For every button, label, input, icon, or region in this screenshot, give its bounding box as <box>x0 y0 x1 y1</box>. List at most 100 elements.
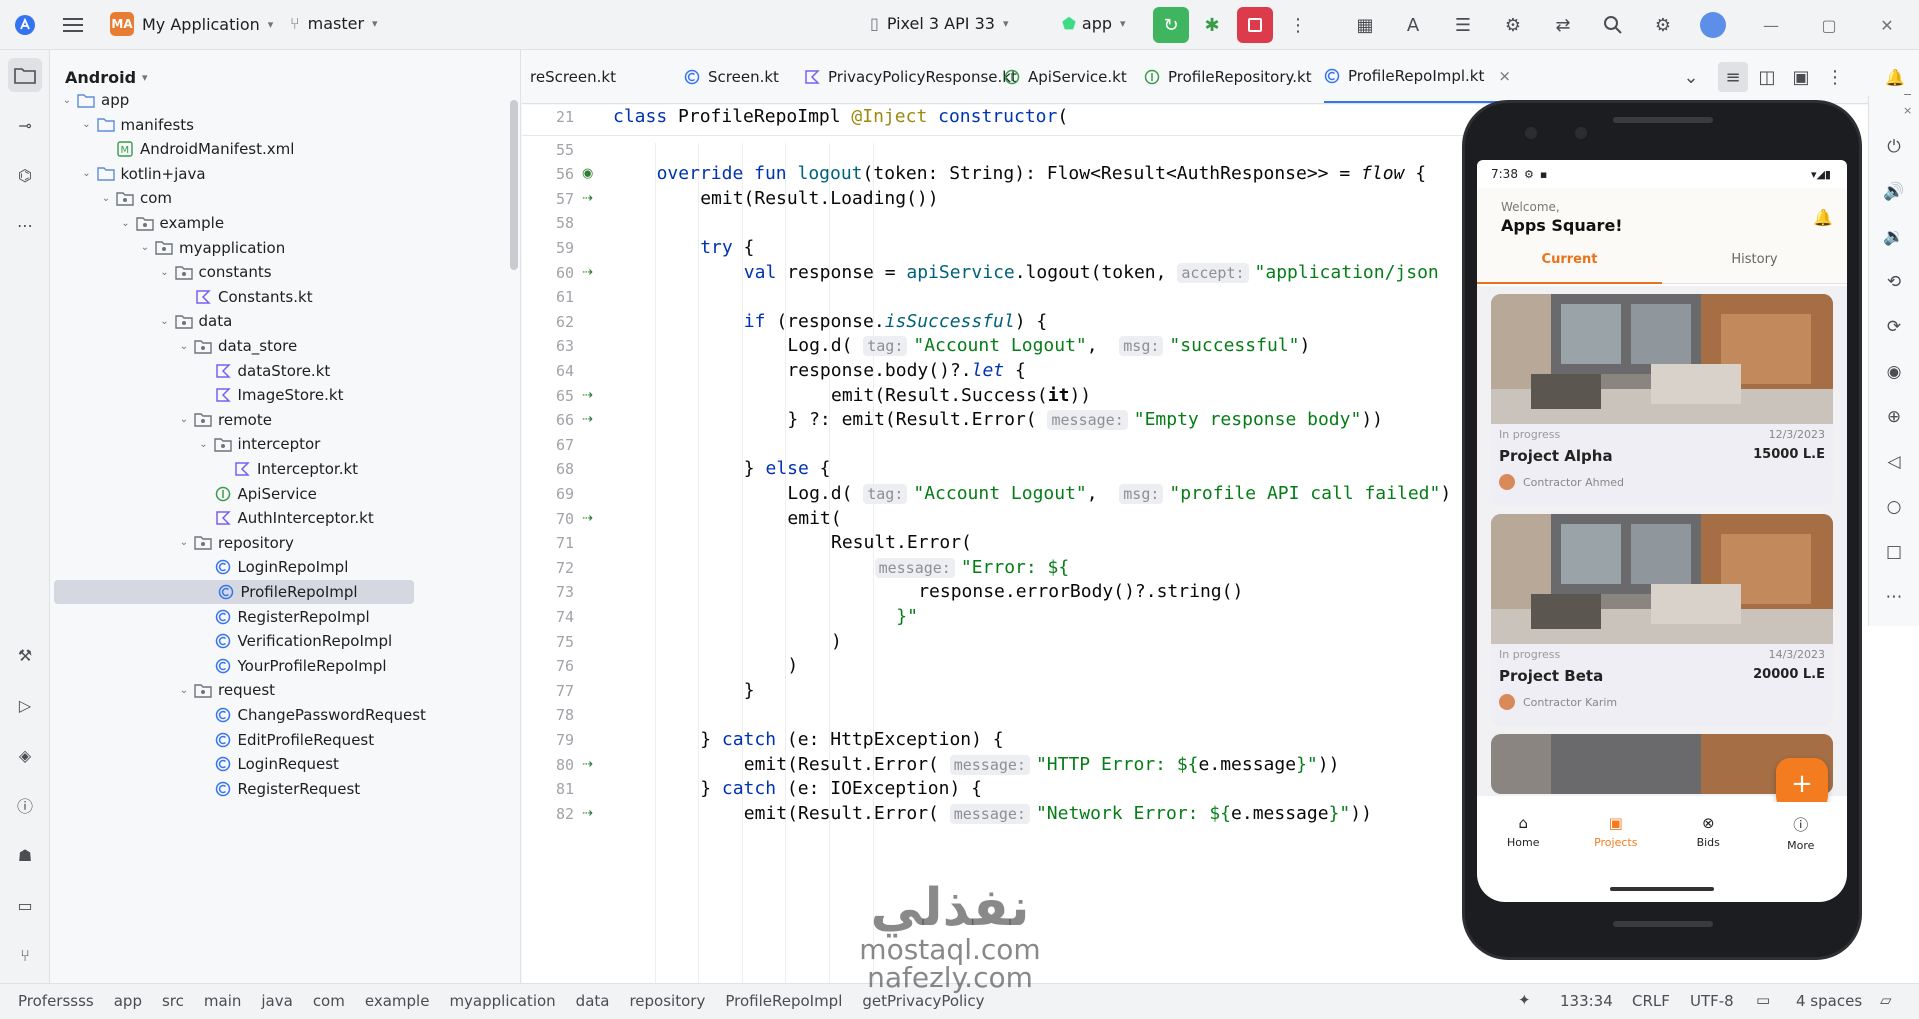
code-editor[interactable]: 21 class ProfileRepoImpl @Inject construc… <box>522 105 1466 983</box>
suspend-call-icon[interactable]: ⇢ <box>582 261 602 286</box>
breadcrumb-item[interactable]: src <box>162 992 184 1010</box>
suspend-call-icon[interactable]: ⇢ <box>582 408 602 433</box>
tree-item[interactable]: ⌄ com <box>51 186 520 210</box>
chevron-down-icon[interactable]: ⌄ <box>135 242 155 253</box>
maximize-window-icon[interactable]: ▢ <box>1800 0 1858 50</box>
chevron-down-icon[interactable]: ⌄ <box>96 193 116 204</box>
breadcrumb-item[interactable]: app <box>114 992 142 1010</box>
search-icon[interactable] <box>1598 10 1628 40</box>
editor-tab[interactable]: reScreen.kt <box>530 50 616 103</box>
project-selector[interactable]: MA My Application ▾ <box>110 12 273 36</box>
back-icon[interactable]: ◁ <box>1879 447 1909 477</box>
suspend-call-icon[interactable]: ⇢ <box>582 753 602 778</box>
list-tasks-icon[interactable]: ☰ <box>1448 10 1478 40</box>
tree-item[interactable]: ImageStore.kt <box>51 383 520 407</box>
chevron-down-icon[interactable]: ⌄ <box>174 685 194 696</box>
device-selector[interactable]: ▯ Pixel 3 API 33 ▾ <box>870 14 1008 33</box>
more-actions-icon[interactable]: ⋮ <box>1283 10 1313 40</box>
rotate-right-icon[interactable]: ⟳ <box>1879 312 1909 342</box>
tab-history[interactable]: History <box>1662 252 1847 284</box>
tree-item[interactable]: ⌄ repository <box>51 531 520 555</box>
breadcrumb-item[interactable]: ProfileRepoImpl <box>725 992 842 1010</box>
version-control-icon[interactable]: ⑂ <box>8 938 42 972</box>
home-circle-icon[interactable]: ○ <box>1879 492 1909 522</box>
breadcrumb-item[interactable]: example <box>365 992 430 1010</box>
tree-item[interactable]: ⌄ interceptor <box>51 432 520 456</box>
more-tools-icon[interactable]: ⋯ <box>8 208 42 242</box>
tree-item[interactable]: ⌄ data <box>51 309 520 333</box>
nav-more[interactable]: ⓘ More <box>1755 802 1848 872</box>
profiler-tool-icon[interactable]: ◈ <box>8 738 42 772</box>
tree-item[interactable]: RegisterRequest <box>51 777 520 801</box>
tree-item[interactable]: RegisterRepoImpl <box>51 605 520 629</box>
project-tree-scrollbar[interactable] <box>510 100 518 270</box>
breadcrumb-item[interactable]: java <box>261 992 292 1010</box>
readonly-toggle-icon[interactable]: ▭ <box>1756 991 1770 1009</box>
close-emulator-icon[interactable]: × <box>1903 104 1912 117</box>
editor-tab[interactable]: ProfileRepository.kt <box>1144 50 1312 103</box>
line-separator[interactable]: CRLF <box>1632 992 1670 1010</box>
rotate-left-icon[interactable]: ⟲ <box>1879 267 1909 297</box>
caret-position[interactable]: 133:34 <box>1560 992 1613 1010</box>
run-config-selector[interactable]: ⬟ app ▾ <box>1062 14 1126 33</box>
override-marker-icon[interactable]: ◉ <box>582 162 602 187</box>
breadcrumb-item[interactable]: myapplication <box>449 992 555 1010</box>
problems-tool-icon[interactable]: ⓘ <box>8 788 42 822</box>
tree-item[interactable]: EditProfileRequest <box>51 728 520 752</box>
chevron-down-icon[interactable]: ⌄ <box>116 218 136 229</box>
tab-current[interactable]: Current <box>1477 252 1662 284</box>
overview-icon[interactable]: □ <box>1879 537 1909 567</box>
suspend-call-icon[interactable]: ⇢ <box>582 187 602 212</box>
project-view-selector[interactable]: Android ▾ <box>65 68 148 87</box>
tab-list-chevron-icon[interactable]: ⌄ <box>1676 62 1706 92</box>
chevron-down-icon[interactable]: ⌄ <box>57 95 77 106</box>
chevron-down-icon[interactable]: ⌄ <box>77 119 97 130</box>
indent-setting[interactable]: 4 spaces <box>1796 992 1862 1010</box>
project-card[interactable]: In progress 14/3/2023 Project Beta 20000 L.… <box>1491 514 1833 726</box>
apply-changes-button[interactable]: ↻ <box>1153 7 1189 43</box>
sync-project-icon[interactable]: ⇄ <box>1548 10 1578 40</box>
chevron-down-icon[interactable]: ⌄ <box>77 168 97 179</box>
tab-active[interactable]: ProfileRepoImpl.kt × <box>1324 50 1511 103</box>
breadcrumb-item[interactable]: getPrivacyPolicy <box>862 992 984 1010</box>
editor-tab[interactable]: PrivacyPolicyResponse.kt <box>804 50 1017 103</box>
terminal-tool-icon[interactable]: ▭ <box>8 888 42 922</box>
tree-item[interactable]: LoginRequest <box>51 752 520 776</box>
minimize-window-icon[interactable]: — <box>1742 0 1800 50</box>
project-tool-icon[interactable] <box>8 58 42 92</box>
ai-assistant-icon[interactable]: ✦ <box>1518 991 1531 1009</box>
main-menu-icon[interactable] <box>58 10 88 40</box>
breadcrumb-item[interactable]: repository <box>629 992 705 1010</box>
tree-item[interactable]: ⌄ manifests <box>51 113 520 137</box>
translate-icon[interactable]: A <box>1398 10 1428 40</box>
notification-bell-icon[interactable]: 🔔 <box>1813 208 1833 227</box>
breadcrumb-item[interactable]: Proferssss <box>18 992 94 1010</box>
device-manager-icon[interactable]: ▦ <box>1350 10 1380 40</box>
resource-manager-icon[interactable]: ⌬ <box>8 158 42 192</box>
tree-item[interactable]: ⌄ remote <box>51 408 520 432</box>
volume-down-icon[interactable]: 🔉 <box>1879 222 1909 252</box>
volume-up-icon[interactable]: 🔊 <box>1879 177 1909 207</box>
tree-item[interactable]: ⌄ request <box>51 678 520 702</box>
suspend-call-icon[interactable]: ⇢ <box>582 384 602 409</box>
nav-bids[interactable]: ⊗ Bids <box>1662 802 1755 872</box>
breadcrumb-item[interactable]: com <box>313 992 345 1010</box>
tree-item[interactable]: ⌄ constants <box>51 260 520 284</box>
editor-tab[interactable]: ApiService.kt <box>1004 50 1127 103</box>
chevron-down-icon[interactable]: ⌄ <box>194 439 214 450</box>
tree-item[interactable]: AuthInterceptor.kt <box>51 506 520 530</box>
zoom-icon[interactable]: ⊕ <box>1879 402 1909 432</box>
close-window-icon[interactable]: ✕ <box>1858 0 1916 50</box>
breadcrumb-item[interactable]: data <box>576 992 610 1010</box>
nav-projects[interactable]: ▣ Projects <box>1570 802 1663 872</box>
commit-tool-icon[interactable]: ⊸ <box>8 108 42 142</box>
breadcrumb-item[interactable]: main <box>204 992 241 1010</box>
run-tool-icon[interactable]: ▷ <box>8 688 42 722</box>
chevron-down-icon[interactable]: ⌄ <box>174 341 194 352</box>
notifications-bell-icon[interactable]: 🔔 <box>1880 62 1910 92</box>
tree-item[interactable]: ⌄ kotlin+java <box>51 162 520 186</box>
tree-item[interactable]: ⌄ data_store <box>51 334 520 358</box>
tree-item[interactable]: ⌄ app <box>51 88 520 112</box>
tree-item[interactable]: ApiService <box>51 482 520 506</box>
tree-item[interactable]: LoginRepoImpl <box>51 555 520 579</box>
